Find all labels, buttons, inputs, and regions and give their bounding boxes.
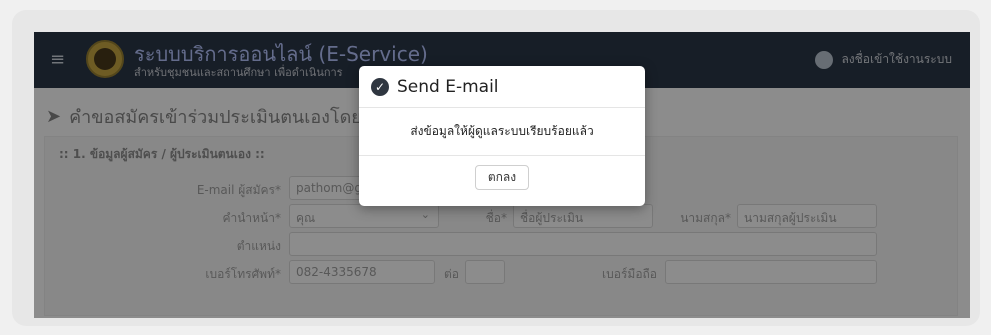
dialog-header: ✓ Send E-mail — [359, 66, 645, 108]
dialog-title: Send E-mail — [397, 76, 499, 97]
send-email-dialog: ✓ Send E-mail ส่งข้อมูลให้ผู้ดูแลระบบเรี… — [359, 66, 645, 206]
dialog-message: ส่งข้อมูลให้ผู้ดูแลระบบเรียบร้อยแล้ว — [359, 108, 645, 156]
dialog-footer: ตกลง — [359, 156, 645, 190]
ok-button[interactable]: ตกลง — [475, 165, 529, 190]
check-circle-icon: ✓ — [371, 77, 389, 96]
